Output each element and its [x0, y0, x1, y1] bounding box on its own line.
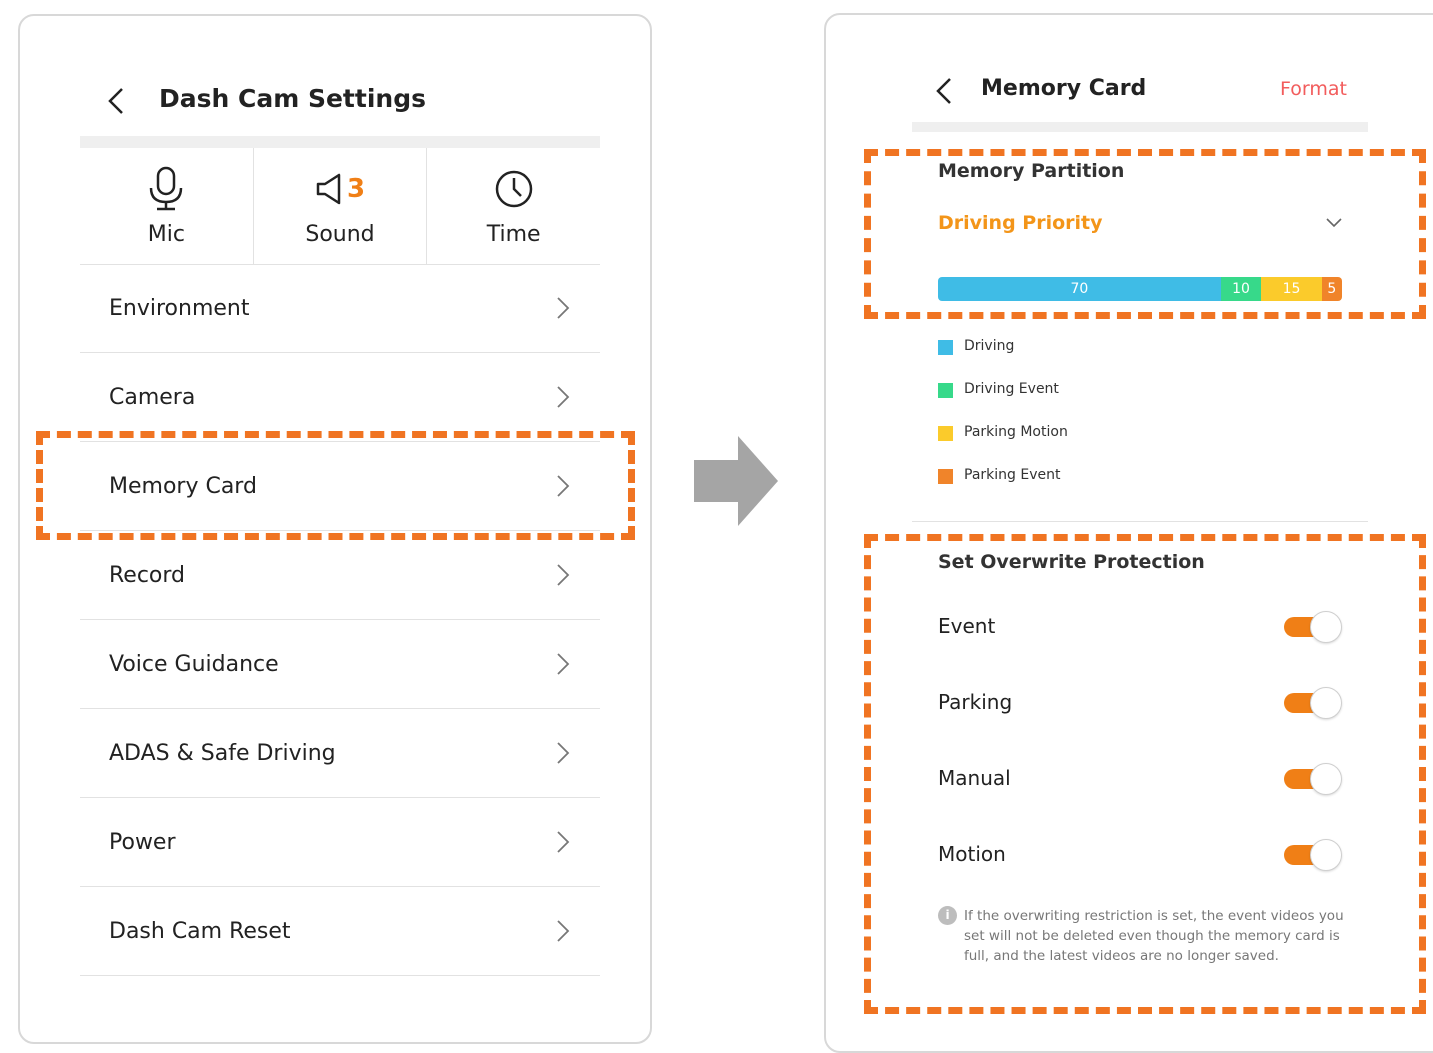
menu-item-camera[interactable]: Camera: [80, 353, 600, 442]
menu-item-label: Environment: [109, 295, 250, 321]
partition-segment-driving-event: 10: [1220, 277, 1262, 301]
memory-partition-title: Memory Partition: [938, 160, 1125, 182]
menu-item-dash-cam-reset[interactable]: Dash Cam Reset: [80, 887, 600, 976]
legend-label: Parking Motion: [964, 424, 1068, 440]
menu-item-label: Camera: [109, 384, 196, 410]
motion-toggle[interactable]: [1284, 838, 1342, 872]
partition-bar: 70 10 15 5: [938, 277, 1342, 301]
menu-item-record[interactable]: Record: [80, 531, 600, 620]
header-divider: [80, 136, 600, 148]
legend-swatch: [938, 426, 953, 441]
header-divider: [912, 122, 1368, 132]
partition-segment-parking-event: 5: [1321, 277, 1342, 301]
sound-label: Sound: [305, 222, 375, 247]
page-title: Dash Cam Settings: [159, 84, 426, 113]
mic-icon: [150, 166, 183, 211]
info-icon: i: [938, 906, 957, 925]
legend-label: Driving: [964, 338, 1015, 354]
speaker-icon: [316, 173, 341, 205]
toggle-row-manual: Manual: [938, 762, 1342, 802]
toggle-label: Motion: [938, 842, 1006, 866]
legend-swatch: [938, 383, 953, 398]
sound-level-value: 3: [346, 174, 366, 204]
format-button[interactable]: Format: [1280, 78, 1347, 100]
chevron-right-icon: [557, 297, 570, 319]
chevron-right-icon: [557, 386, 570, 408]
menu-item-memory-card[interactable]: Memory Card: [80, 442, 600, 531]
settings-menu: Environment Camera Memory Card Record Vo…: [80, 264, 600, 976]
menu-item-adas[interactable]: ADAS & Safe Driving: [80, 709, 600, 798]
menu-item-label: Dash Cam Reset: [109, 918, 291, 944]
legend-swatch: [938, 340, 953, 355]
menu-item-label: Memory Card: [109, 473, 257, 499]
menu-item-label: Power: [109, 829, 176, 855]
chevron-right-icon: [557, 653, 570, 675]
manual-toggle[interactable]: [1284, 762, 1342, 796]
time-label: Time: [486, 222, 541, 247]
chevron-down-icon: [1326, 218, 1342, 228]
parking-toggle[interactable]: [1284, 686, 1342, 720]
partition-priority-dropdown[interactable]: Driving Priority: [938, 206, 1342, 246]
menu-item-label: Record: [109, 562, 186, 588]
toggle-label: Event: [938, 614, 996, 638]
toggle-label: Manual: [938, 766, 1011, 790]
legend-item: Driving Event: [938, 381, 1068, 424]
toggle-row-parking: Parking: [938, 686, 1342, 726]
legend-item: Parking Event: [938, 467, 1068, 510]
transition-arrow-icon: [694, 436, 778, 526]
mic-button[interactable]: Mic: [80, 148, 253, 264]
partition-segment-driving: 70: [938, 277, 1221, 301]
clock-icon: [495, 170, 532, 208]
partition-segment-parking-motion: 15: [1261, 277, 1322, 301]
time-button[interactable]: Time: [426, 148, 600, 264]
overwrite-protection-title: Set Overwrite Protection: [938, 551, 1205, 573]
chevron-right-icon: [557, 475, 570, 497]
back-chevron-icon[interactable]: [930, 76, 960, 106]
menu-item-label: Voice Guidance: [109, 651, 279, 677]
page-title: Memory Card: [981, 76, 1147, 101]
back-chevron-icon[interactable]: [102, 86, 132, 116]
menu-item-environment[interactable]: Environment: [80, 264, 600, 353]
memory-card-screen: [824, 13, 1433, 1053]
partition-priority-value: Driving Priority: [938, 212, 1103, 234]
sound-button[interactable]: 3 Sound: [252, 148, 427, 264]
toggle-row-event: Event: [938, 610, 1342, 650]
legend-label: Parking Event: [964, 467, 1061, 483]
quick-settings-row: Mic 3 Sound Time: [80, 148, 600, 265]
menu-item-power[interactable]: Power: [80, 798, 600, 887]
legend-item: Driving: [938, 338, 1068, 381]
toggle-label: Parking: [938, 690, 1013, 714]
event-toggle[interactable]: [1284, 610, 1342, 644]
menu-item-label: ADAS & Safe Driving: [109, 740, 336, 766]
legend-label: Driving Event: [964, 381, 1059, 397]
legend-item: Parking Motion: [938, 424, 1068, 467]
legend-swatch: [938, 469, 953, 484]
partition-legend: Driving Driving Event Parking Motion Parkin…: [938, 338, 1068, 510]
overwrite-info-text: If the overwriting restriction is set, t…: [964, 908, 1344, 964]
toggle-row-motion: Motion: [938, 838, 1342, 878]
chevron-right-icon: [557, 564, 570, 586]
section-divider: [912, 521, 1368, 522]
menu-item-voice-guidance[interactable]: Voice Guidance: [80, 620, 600, 709]
chevron-right-icon: [557, 742, 570, 764]
chevron-right-icon: [557, 831, 570, 853]
mic-label: Mic: [147, 222, 185, 247]
chevron-right-icon: [557, 920, 570, 942]
